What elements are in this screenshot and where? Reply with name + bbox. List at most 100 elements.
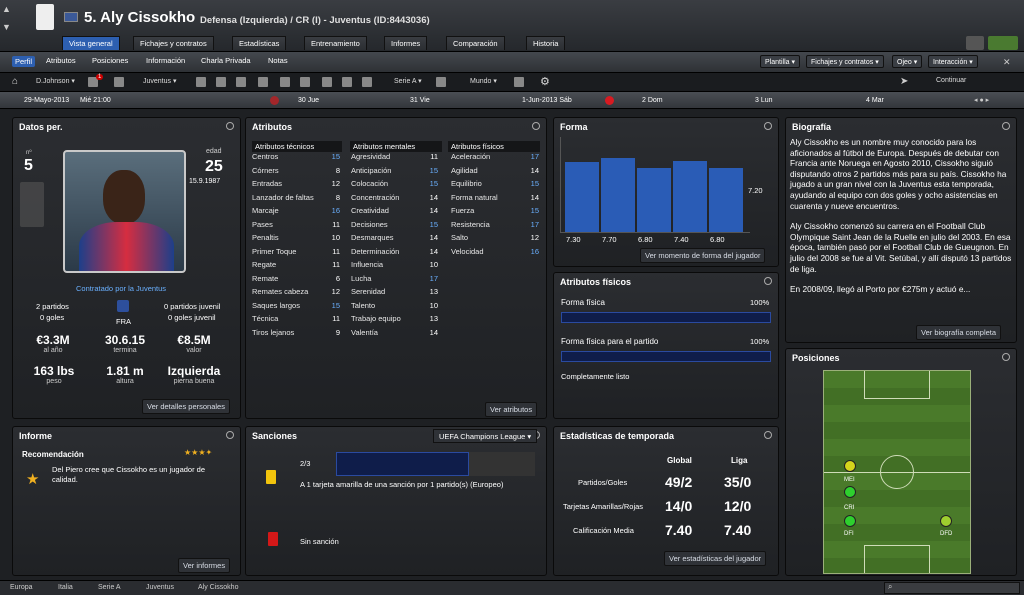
club-dropdown[interactable]: Juventus ▾: [143, 77, 177, 85]
date-30[interactable]: 30 Jue: [298, 97, 319, 104]
panel-options-icon[interactable]: [764, 277, 772, 285]
scroll-up-icon[interactable]: ▲: [2, 4, 12, 14]
crumb-italy[interactable]: Italia: [58, 584, 73, 591]
attribute-value: 14: [530, 165, 539, 175]
panel-options-icon[interactable]: [1002, 122, 1010, 130]
interaccion-dropdown[interactable]: Interacción ▾: [928, 55, 978, 68]
date-3[interactable]: 3 Lun: [755, 97, 773, 104]
attribute-name: Técnica: [252, 314, 279, 323]
finance-icon[interactable]: [322, 77, 332, 87]
form-link[interactable]: Ver momento de forma del jugador: [640, 248, 766, 263]
tab-comparacion[interactable]: Comparación: [446, 36, 505, 50]
settings-gear-icon[interactable]: ⚙: [540, 75, 550, 88]
panel-options-icon[interactable]: [532, 122, 540, 130]
tab-vista-general[interactable]: Vista general: [62, 36, 120, 50]
subnav-atributos[interactable]: Atributos: [46, 56, 76, 65]
date-4[interactable]: 4 Mar: [866, 97, 884, 104]
panel-options-icon[interactable]: [764, 431, 772, 439]
tab-historia[interactable]: Historia: [526, 36, 566, 50]
panel-options-icon[interactable]: [764, 122, 772, 130]
calendar-icon[interactable]: [342, 77, 352, 87]
biography-link[interactable]: Ver biografía completa: [916, 325, 1002, 340]
league-table-icon[interactable]: [436, 77, 446, 87]
tab-fichajes[interactable]: Fichajes y contratos: [133, 36, 214, 50]
subnav-perfil[interactable]: Perfil: [12, 56, 36, 67]
stats-icon[interactable]: [362, 77, 372, 87]
contract-link[interactable]: Contratado por la Juventus: [76, 284, 166, 293]
stadium-icon[interactable]: [258, 77, 268, 87]
attribute-value: 13: [429, 314, 438, 323]
attribute-value: 15: [530, 179, 539, 188]
fichajes-dropdown[interactable]: Fichajes y contratos ▾: [806, 55, 884, 68]
subnav-informacion[interactable]: Información: [146, 56, 185, 65]
tactics-icon[interactable]: [216, 77, 226, 87]
world-stats-icon[interactable]: [514, 77, 524, 87]
match-fitness-label: Forma física para el partido: [561, 337, 659, 346]
crumb-europe[interactable]: Europa: [10, 584, 33, 591]
transfer-icon[interactable]: [300, 77, 310, 87]
attribute-name: Lucha: [351, 273, 372, 283]
crumb-player[interactable]: Aly Cissokho: [198, 584, 238, 591]
position-label: DFD: [940, 531, 953, 537]
fitness-label: Forma física: [561, 298, 606, 307]
season-global-value: 14/0: [665, 498, 693, 514]
panel-options-icon[interactable]: [226, 122, 234, 130]
ojeo-dropdown[interactable]: Ojeo ▾: [892, 55, 923, 68]
sanctions-panel: Sanciones: [245, 426, 547, 576]
pause-icon[interactable]: [966, 36, 984, 50]
crumb-league[interactable]: Serie A: [98, 584, 121, 591]
tab-estadisticas[interactable]: Estadísticas: [232, 36, 287, 50]
trash-icon[interactable]: [114, 77, 124, 87]
attribute-value: 6: [335, 273, 340, 283]
personal-details-link[interactable]: Ver detalles personales: [142, 399, 230, 414]
date-nav-icon[interactable]: ◂ ● ▸: [974, 96, 989, 104]
date-1jun[interactable]: 1-Jun-2013 Sáb: [522, 97, 572, 104]
continue-arrow-icon[interactable]: ➤: [900, 76, 908, 87]
wage-stat: €3.3M al año: [36, 333, 70, 354]
form-value: 6.80: [710, 235, 725, 244]
subnav-posiciones[interactable]: Posiciones: [92, 56, 128, 65]
attribute-name: Marcaje: [252, 206, 279, 215]
tab-informes[interactable]: Informes: [384, 36, 428, 50]
scroll-down-icon[interactable]: ▼: [2, 22, 12, 32]
attribute-value: 14: [429, 192, 438, 202]
date-31[interactable]: 31 Vie: [410, 97, 430, 104]
reports-link[interactable]: Ver informes: [178, 558, 231, 573]
manager-dropdown[interactable]: D.Johnson ▾: [36, 77, 75, 85]
position-dot-dfd: [940, 515, 952, 527]
tab-entrenamiento[interactable]: Entrenamiento: [304, 36, 367, 50]
form-value: 7.40: [674, 235, 689, 244]
home-icon[interactable]: ⌂: [12, 76, 18, 87]
date-2[interactable]: 2 Dom: [642, 97, 663, 104]
attribute-name: Forma natural: [451, 192, 498, 202]
plantilla-dropdown[interactable]: Plantilla ▾: [760, 55, 800, 68]
attribute-value: 10: [429, 300, 438, 310]
player-stats-link[interactable]: Ver estadísticas del jugador: [664, 551, 767, 566]
subnav-notas[interactable]: Notas: [268, 56, 288, 65]
squad-icon[interactable]: [196, 77, 206, 87]
training-icon[interactable]: [236, 77, 246, 87]
continue-game-icon[interactable]: [988, 36, 1018, 50]
panel-options-icon[interactable]: [1002, 353, 1010, 361]
staff-icon[interactable]: [280, 77, 290, 87]
yellow-card-icon: [266, 470, 276, 484]
panel-options-icon[interactable]: [226, 431, 234, 439]
subnav-charla[interactable]: Charla Privada: [201, 56, 251, 65]
position-label: CRI: [844, 505, 855, 511]
attribute-name: Determinación: [351, 246, 400, 256]
league-dropdown[interactable]: Serie A ▾: [394, 77, 422, 85]
attribute-value: 12: [331, 179, 340, 188]
search-input[interactable]: [884, 582, 1020, 594]
attribute-value: 9: [335, 327, 340, 337]
competition-dropdown[interactable]: UEFA Champions League ▾: [433, 429, 538, 443]
match-fitness-bar: [561, 351, 771, 362]
world-dropdown[interactable]: Mundo ▾: [470, 77, 497, 85]
attribute-value: 16: [331, 206, 340, 215]
attributes-link[interactable]: Ver atributos: [485, 402, 538, 417]
crumb-club[interactable]: Juventus: [146, 584, 174, 591]
sanction-text: A 1 tarjeta amarilla de una sanción por …: [300, 480, 504, 489]
close-icon[interactable]: ✕: [1003, 57, 1011, 68]
contract-end-stat: 30.6.15 termina: [104, 333, 146, 354]
continue-button[interactable]: Continuar: [936, 77, 966, 84]
current-time: Mié 21:00: [80, 97, 111, 104]
